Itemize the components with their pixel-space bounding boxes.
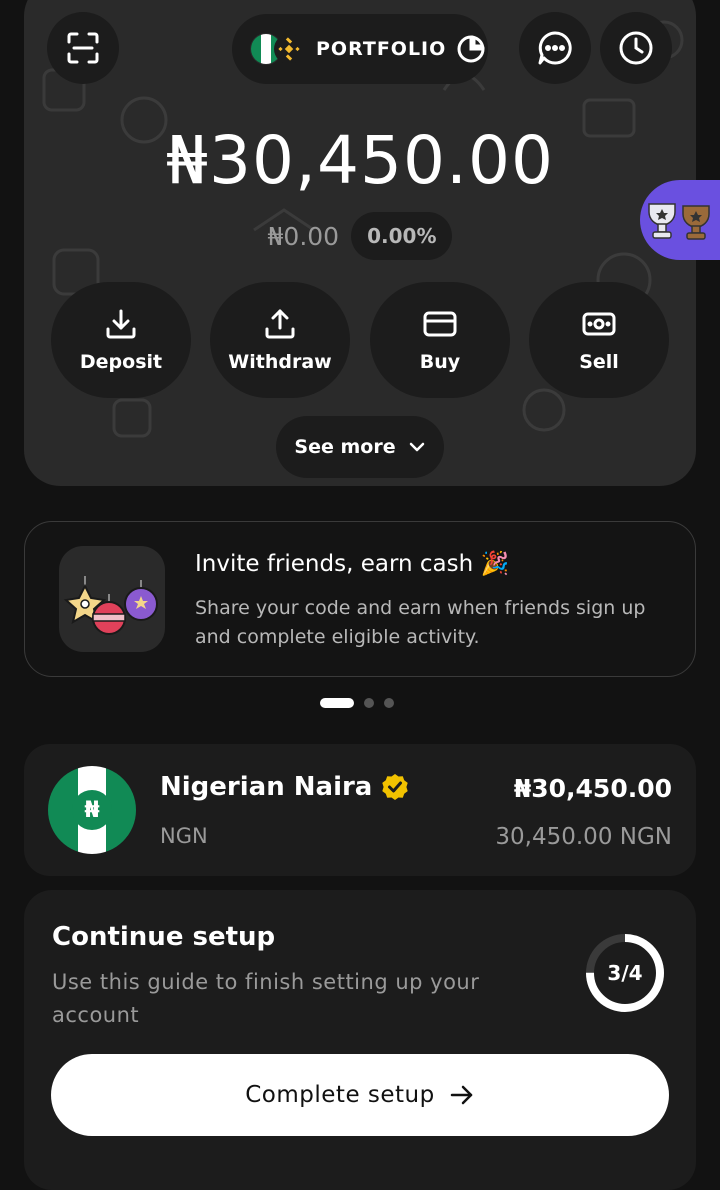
ornaments-illustration — [59, 546, 165, 652]
withdraw-label: Withdraw — [228, 351, 332, 373]
upload-icon — [265, 309, 295, 339]
asset-native-value: 30,450.00 NGN — [495, 824, 672, 850]
change-amount: ₦0.00 — [267, 221, 340, 251]
portfolio-switcher[interactable]: PORTFOLIO — [232, 14, 488, 84]
rewards-tab[interactable] — [640, 180, 720, 260]
portfolio-label: PORTFOLIO — [316, 38, 447, 60]
deposit-label: Deposit — [79, 351, 163, 373]
card-icon — [423, 311, 457, 337]
continue-setup-card: Continue setup Use this guide to finish … — [24, 890, 696, 1190]
sell-label: Sell — [579, 351, 619, 373]
cash-icon — [582, 312, 616, 336]
clock-icon — [619, 31, 653, 65]
carousel-dot-active[interactable] — [320, 698, 354, 708]
see-more-label: See more — [294, 436, 396, 458]
scan-button[interactable] — [47, 12, 119, 84]
asset-code: NGN — [160, 824, 208, 848]
withdraw-button[interactable]: Withdraw — [210, 282, 350, 398]
trophy-icon — [648, 203, 710, 240]
complete-setup-button[interactable]: Complete setup — [51, 1054, 669, 1136]
complete-setup-label: Complete setup — [245, 1082, 435, 1108]
change-percent-badge: 0.00% — [351, 212, 453, 260]
setup-description: Use this guide to finish setting up your… — [52, 970, 480, 1027]
asset-name-label: Nigerian Naira — [160, 772, 373, 802]
carousel-indicator — [320, 698, 394, 708]
asset-name: Nigerian Naira — [160, 772, 410, 802]
nigeria-flag-icon: ₦ — [48, 766, 136, 854]
arrow-right-icon — [450, 1085, 472, 1105]
promo-description: Share your code and earn when friends si… — [195, 597, 646, 648]
setup-progress-label: 3/4 — [607, 961, 643, 985]
asset-row-ngn[interactable]: ₦ Nigerian Naira NGN ₦30,450.00 30,450.0… — [24, 744, 696, 876]
verified-badge-icon — [382, 774, 409, 800]
asset-fiat-value: ₦30,450.00 — [513, 774, 672, 803]
pie-chart-icon — [457, 35, 485, 63]
carousel-dot[interactable] — [384, 698, 394, 708]
buy-label: Buy — [419, 351, 461, 373]
history-button[interactable] — [600, 12, 672, 84]
scan-icon — [67, 32, 99, 64]
setup-title: Continue setup — [52, 922, 276, 952]
naira-symbol: ₦ — [72, 790, 112, 830]
see-more-button[interactable]: See more — [276, 416, 444, 478]
bnb-icon — [274, 34, 304, 64]
chevron-down-icon — [409, 442, 424, 452]
balance-change: ₦0.00 0.00% — [0, 212, 720, 260]
chat-bubble-icon — [538, 31, 572, 65]
buy-button[interactable]: Buy — [370, 282, 510, 398]
deposit-button[interactable]: Deposit — [51, 282, 191, 398]
invite-promo-card[interactable]: Invite friends, earn cash 🎉 Share your c… — [24, 521, 696, 677]
messages-button[interactable] — [519, 12, 591, 84]
carousel-dot[interactable] — [364, 698, 374, 708]
download-icon — [106, 309, 136, 339]
promo-title: Invite friends, earn cash 🎉 — [195, 551, 510, 577]
total-balance: ₦30,450.00 — [166, 122, 554, 199]
sell-button[interactable]: Sell — [529, 282, 669, 398]
